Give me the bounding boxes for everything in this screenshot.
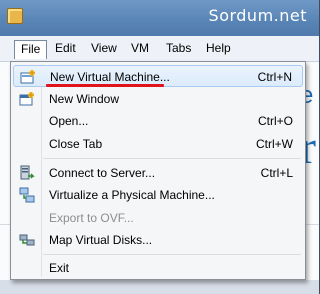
menu-item-label: Export to OVF... (49, 211, 134, 225)
bottom-strip (0, 280, 319, 294)
menu-separator (43, 158, 301, 159)
menu-item-label: Virtualize a Physical Machine... (49, 188, 215, 202)
menu-item-label: Map Virtual Disks... (49, 233, 153, 247)
watermark-text: Sordum.net (208, 6, 307, 25)
menu-item-connect-to-server[interactable]: Connect to Server... Ctrl+L (13, 162, 303, 184)
new-window-icon (19, 92, 34, 106)
menu-vm[interactable]: VM (125, 40, 155, 59)
menu-item-shortcut: Ctrl+N (257, 70, 292, 84)
menu-item-label: Connect to Server... (49, 166, 156, 180)
menu-item-shortcut: Ctrl+L (260, 166, 293, 180)
map-disks-icon (19, 234, 35, 246)
menu-item-virtualize-physical-machine[interactable]: Virtualize a Physical Machine... (13, 184, 303, 206)
menu-edit[interactable]: Edit (49, 40, 82, 59)
menu-separator (43, 254, 301, 255)
menu-item-open[interactable]: Open... Ctrl+O (13, 110, 303, 132)
title-bar: Sordum.net (0, 0, 319, 36)
menu-item-label: Open... (49, 114, 89, 128)
menu-tabs[interactable]: Tabs (160, 40, 197, 59)
menu-item-new-window[interactable]: New Window (13, 88, 303, 110)
menu-help[interactable]: Help (200, 40, 237, 59)
menu-bar: File Edit View VM Tabs Help (0, 36, 319, 62)
new-vm-icon (20, 70, 35, 84)
menu-item-label: Close Tab (49, 137, 103, 151)
menu-item-shortcut: Ctrl+O (257, 114, 293, 128)
red-underline-annotation (46, 84, 164, 87)
menu-item-exit[interactable]: Exit (13, 257, 303, 279)
connect-server-icon (20, 165, 35, 180)
virtualize-machine-icon (19, 187, 35, 203)
menu-file[interactable]: File (14, 40, 48, 59)
menu-item-shortcut: Ctrl+W (256, 137, 293, 151)
file-menu-dropdown: New Virtual Machine... Ctrl+N New Window… (10, 61, 306, 280)
menu-item-close-tab[interactable]: Close Tab Ctrl+W (13, 133, 303, 155)
menu-item-export-to-ovf: Export to OVF... (13, 207, 303, 229)
app-icon (7, 8, 23, 24)
menu-item-label: Exit (49, 261, 70, 275)
menu-item-map-virtual-disks[interactable]: Map Virtual Disks... (13, 229, 303, 251)
menu-item-label: New Virtual Machine... (50, 70, 170, 84)
menu-view[interactable]: View (85, 40, 123, 59)
menu-item-label: New Window (49, 92, 120, 106)
